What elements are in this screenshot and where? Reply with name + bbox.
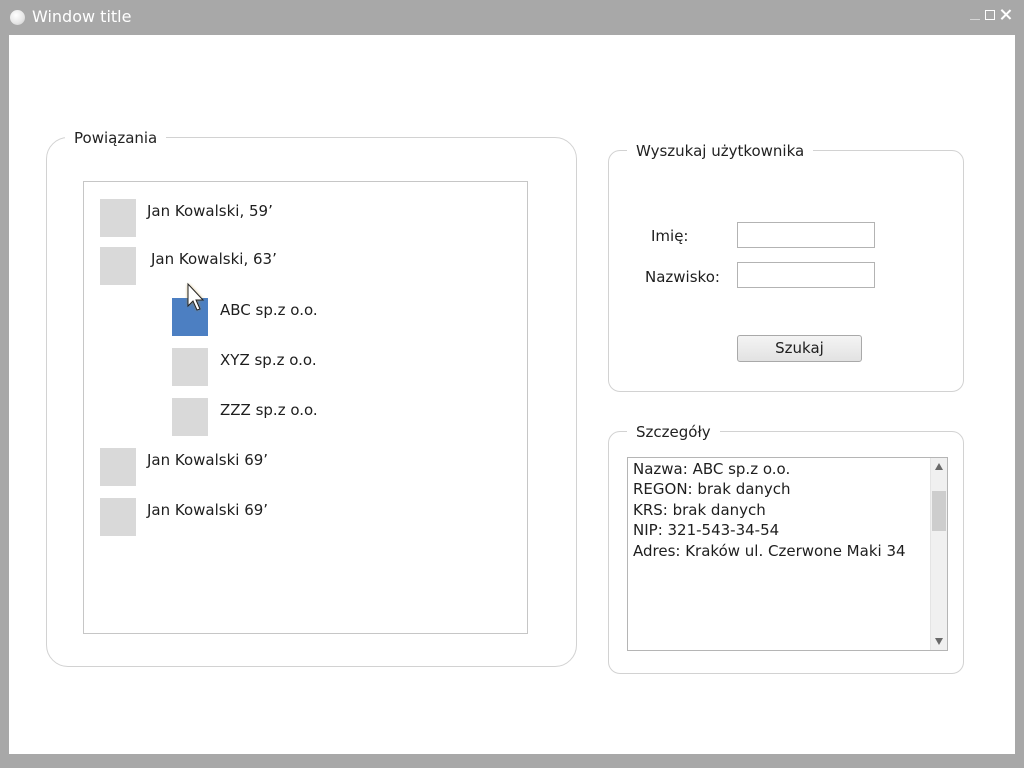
close-icon[interactable] — [1000, 9, 1012, 21]
first-name-label: Imię: — [651, 227, 689, 245]
tree-item-icon[interactable] — [100, 199, 136, 237]
mouse-pointer-icon — [187, 282, 205, 311]
tree-item-label: ABC sp.z o.o. — [220, 301, 318, 319]
tree-item-label: Jan Kowalski, 59’ — [147, 202, 273, 220]
scroll-down-arrow-icon[interactable] — [935, 638, 943, 645]
first-name-input[interactable] — [737, 222, 875, 248]
window-title: Window title — [32, 7, 132, 26]
details-line-nip: NIP: 321-543-34-54 — [633, 521, 780, 540]
tree-item-icon[interactable] — [100, 247, 136, 285]
window-controls — [970, 7, 1012, 23]
last-name-label: Nazwisko: — [645, 268, 720, 286]
relations-legend: Powiązania — [65, 128, 167, 148]
search-user-legend: Wyszukaj użytkownika — [627, 141, 814, 161]
scrollbar-thumb[interactable] — [932, 491, 946, 531]
tree-item-icon[interactable] — [172, 348, 208, 386]
application-window: Window title Powiązania Jan Kowalski, 59… — [0, 0, 1024, 768]
app-icon — [10, 10, 25, 25]
last-name-input[interactable] — [737, 262, 875, 288]
details-textbox[interactable]: Nazwa: ABC sp.z o.o. REGON: brak danych … — [627, 457, 948, 651]
details-line-krs: KRS: brak danych — [633, 500, 766, 519]
maximize-icon[interactable] — [985, 10, 995, 20]
details-line-name: Nazwa: ABC sp.z o.o. — [633, 460, 791, 478]
scroll-up-arrow-icon[interactable] — [935, 463, 943, 470]
tree-item-label: ZZZ sp.z o.o. — [220, 401, 318, 419]
details-legend: Szczegóły — [627, 422, 720, 442]
tree-item-label: Jan Kowalski 69’ — [147, 451, 269, 469]
minimize-icon[interactable] — [970, 10, 980, 20]
title-bar[interactable]: Window title — [0, 0, 1024, 35]
details-line-address: Adres: Kraków ul. Czerwone Maki 34 — [633, 541, 906, 560]
tree-item-label: XYZ sp.z o.o. — [220, 351, 317, 369]
tree-item-label: Jan Kowalski, 63’ — [151, 250, 277, 268]
search-button[interactable]: Szukaj — [737, 335, 862, 362]
details-content: Nazwa: ABC sp.z o.o. REGON: brak danych … — [633, 459, 929, 561]
tree-item-icon[interactable] — [100, 498, 136, 536]
tree-item-icon[interactable] — [100, 448, 136, 486]
tree-item-icon[interactable] — [172, 398, 208, 436]
tree-item-label: Jan Kowalski 69’ — [147, 501, 269, 519]
details-scrollbar[interactable] — [930, 458, 947, 650]
details-line-regon: REGON: brak danych — [633, 480, 791, 499]
window-content: Powiązania Jan Kowalski, 59’ Jan Kowalsk… — [9, 35, 1015, 754]
relations-tree[interactable]: Jan Kowalski, 59’ Jan Kowalski, 63’ ABC … — [83, 181, 528, 634]
